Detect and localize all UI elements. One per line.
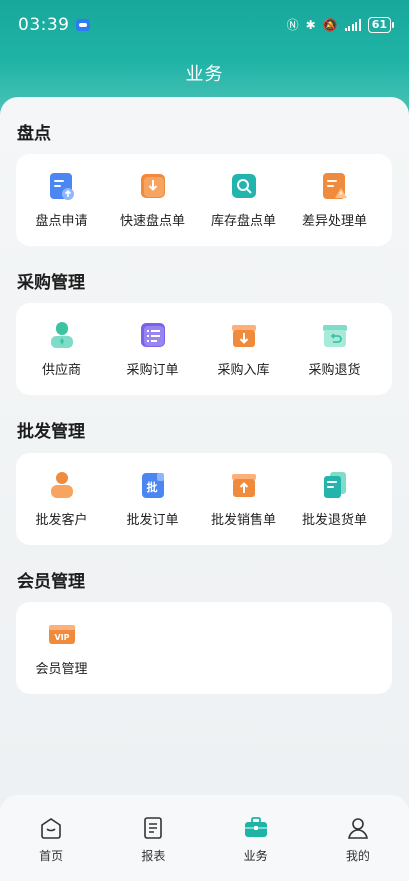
mute-icon: 🔕 — [322, 18, 338, 32]
warning-doc-icon — [321, 171, 349, 201]
vip-card-icon: VIP — [48, 619, 76, 649]
search-doc-icon — [230, 171, 258, 201]
customer-icon — [48, 470, 76, 500]
status-bar: 03:39 Ⓝ ✱ 🔕 61 — [0, 0, 409, 50]
menu-item-label: 采购退货 — [308, 363, 361, 378]
menu-item-label: 供应商 — [41, 363, 81, 378]
menu-item[interactable]: 盘点申请 — [16, 154, 107, 246]
signal-icon — [344, 19, 361, 31]
section-title: 盘点 — [17, 124, 51, 144]
status-left: 03:39 — [18, 15, 90, 35]
tab-label: 报表 — [141, 849, 166, 863]
tab-item[interactable]: 首页 — [0, 795, 102, 881]
page-title: 业务 — [185, 64, 224, 85]
menu-item[interactable]: 差异处理单 — [289, 154, 380, 246]
menu-item-label: 批发退货单 — [301, 513, 367, 528]
menu-item[interactable]: 批发销售单 — [198, 453, 289, 545]
svg-text:批: 批 — [146, 480, 157, 494]
svg-text:VIP: VIP — [54, 633, 69, 642]
status-time: 03:39 — [18, 15, 70, 35]
nfc-icon: Ⓝ — [286, 18, 299, 32]
status-right: Ⓝ ✱ 🔕 61 — [286, 17, 395, 33]
list-icon — [139, 320, 167, 350]
menu-item-label: 批发订单 — [126, 513, 179, 528]
menu-item[interactable]: 库存盘点单 — [198, 154, 289, 246]
section-title: 会员管理 — [17, 572, 85, 592]
home-icon — [38, 815, 64, 841]
box-up-icon — [230, 470, 258, 500]
briefcase-icon — [243, 815, 269, 841]
profile-icon — [345, 815, 371, 841]
supplier-icon — [48, 320, 76, 350]
box-in-icon — [230, 320, 258, 350]
menu-item[interactable]: 供应商 — [16, 303, 107, 395]
main-content: 盘点盘点申请 快速盘点单 库存盘点单 差异处理单采购管理供应商 采购订单 采购入库 采购退货… — [0, 97, 409, 797]
tab-item[interactable]: 报表 — [102, 795, 204, 881]
menu-item[interactable]: 采购入库 — [198, 303, 289, 395]
menu-item[interactable]: 采购退货 — [289, 303, 380, 395]
menu-item[interactable]: 批发客户 — [16, 453, 107, 545]
arrow-down-doc-icon — [139, 171, 167, 201]
tab-label: 首页 — [39, 849, 64, 863]
menu-item[interactable]: 快速盘点单 — [107, 154, 198, 246]
menu-item-label: 批发销售单 — [210, 513, 276, 528]
menu-item-label: 盘点申请 — [35, 214, 88, 229]
section-card: 供应商 采购订单 采购入库 采购退货 — [16, 303, 392, 395]
menu-item-label: 差异处理单 — [301, 214, 367, 229]
menu-item-label: 采购订单 — [126, 363, 179, 378]
menu-item[interactable]: 批批发订单 — [107, 453, 198, 545]
section-card: VIP 会员管理 — [16, 602, 392, 694]
bluetooth-icon: ✱ — [305, 18, 316, 32]
bottom-tabbar: 首页 报表 业务 我的 — [0, 795, 409, 881]
section-title: 批发管理 — [17, 422, 85, 442]
tab-item[interactable]: 我的 — [307, 795, 409, 881]
wholesale-order-icon: 批 — [139, 470, 167, 500]
menu-item-label: 库存盘点单 — [210, 214, 276, 229]
tab-label: 业务 — [243, 849, 268, 863]
menu-item[interactable]: 采购订单 — [107, 303, 198, 395]
report-icon — [140, 815, 166, 841]
tab-item[interactable]: 业务 — [205, 795, 307, 881]
tab-label: 我的 — [345, 849, 370, 863]
cards-icon — [321, 470, 349, 500]
section-card: 盘点申请 快速盘点单 库存盘点单 差异处理单 — [16, 154, 392, 246]
upload-doc-icon — [48, 171, 76, 201]
menu-item-label: 批发客户 — [35, 513, 88, 528]
box-return-icon — [321, 320, 349, 350]
menu-item[interactable]: VIP 会员管理 — [16, 602, 107, 694]
menu-item-label: 快速盘点单 — [119, 214, 185, 229]
menu-item-label: 采购入库 — [217, 363, 270, 378]
battery-indicator: 61 — [367, 17, 395, 33]
section-card: 批发客户批批发订单 批发销售单 批发退货单 — [16, 453, 392, 545]
cloud-notification-icon — [75, 19, 90, 31]
section-title: 采购管理 — [17, 273, 85, 293]
menu-item[interactable]: 批发退货单 — [289, 453, 380, 545]
menu-item-label: 会员管理 — [35, 662, 88, 677]
